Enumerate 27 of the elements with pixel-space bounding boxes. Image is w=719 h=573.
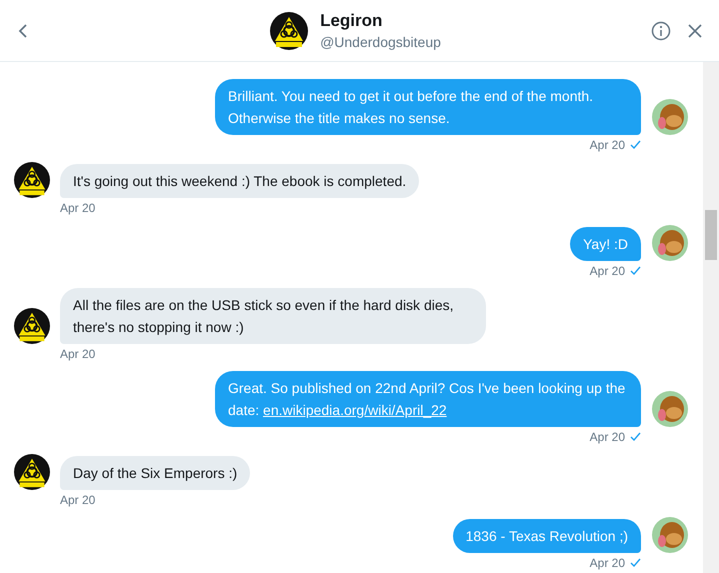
timestamp: Apr 20	[590, 263, 625, 279]
avatar	[652, 99, 688, 135]
message-bubble: Great. So published on 22nd April? Cos I've been looking up the date: en.wikipedia.org/wiki/April_22	[215, 371, 641, 427]
timestamp: Apr 20	[60, 346, 96, 362]
timestamp: Apr 20	[590, 555, 625, 571]
avatar	[14, 454, 50, 490]
message-bubble: Yay! :D	[570, 227, 641, 261]
avatar	[270, 12, 308, 50]
message-bubble: It's going out this weekend :) The ebook is completed.	[60, 164, 420, 198]
scrollbar[interactable]	[703, 62, 719, 573]
message-bubble: Day of the Six Emperors :)	[60, 456, 250, 490]
message-bubble: All the files are on the USB stick so even if the hard disk dies, there's no stopping it now :)	[60, 288, 486, 344]
avatar	[652, 517, 688, 553]
avatar	[14, 308, 50, 344]
message-bubble: Brilliant. You need to get it out before the end of the month. Otherwise the title makes no sense.	[215, 79, 641, 135]
avatar	[14, 162, 50, 198]
contact-name: Legiron	[320, 10, 384, 32]
timestamp: Apr 20	[590, 137, 625, 153]
avatar	[652, 225, 688, 261]
link[interactable]: en.wikipedia.org/wiki/April_22	[263, 402, 447, 418]
timestamp: Apr 20	[60, 200, 96, 216]
timestamp: Apr 20	[60, 492, 96, 508]
info-icon[interactable]	[651, 20, 671, 40]
contact-handle: @Underdogsbiteup	[320, 32, 441, 52]
message-bubble: 1836 - Texas Revolution ;)	[452, 519, 641, 553]
avatar	[652, 391, 688, 427]
timestamp: Apr 20	[590, 429, 625, 445]
